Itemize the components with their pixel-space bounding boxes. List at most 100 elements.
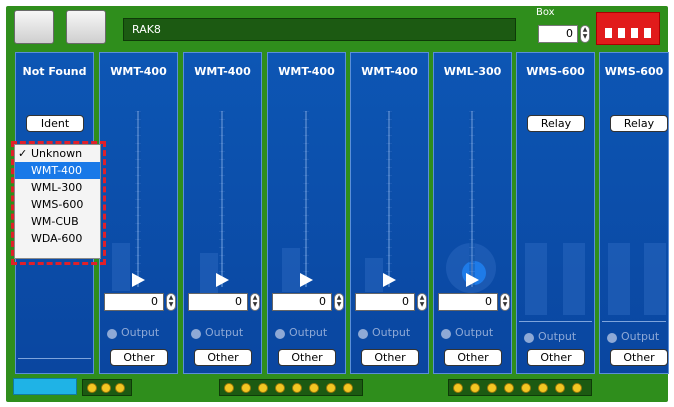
output-label: Output: [455, 326, 494, 339]
ghost-meter: [563, 243, 585, 315]
other-button[interactable]: Other: [278, 349, 336, 366]
other-button[interactable]: Other: [194, 349, 252, 366]
dip-toggle-4[interactable]: [644, 28, 651, 38]
fader-stepper[interactable]: ▲ ▼: [417, 293, 427, 311]
led-strip-1: [82, 379, 132, 396]
slot-title: WMT-400: [278, 65, 335, 78]
other-button[interactable]: Other: [444, 349, 502, 366]
slot-divider: [519, 321, 592, 322]
slot-title: WMT-400: [194, 65, 251, 78]
led-icon: [343, 383, 353, 393]
fader-value-input[interactable]: 0: [104, 293, 164, 311]
slot-title: Not Found: [22, 65, 87, 78]
fader-value-input[interactable]: 0: [272, 293, 332, 311]
fader-thumb[interactable]: [383, 273, 396, 287]
slot-divider: [18, 358, 91, 359]
fader-stepper[interactable]: ▲ ▼: [500, 293, 510, 311]
slot-7: WMS-600 Relay Output Other: [516, 52, 595, 374]
slot-8: WMS-600 Relay Output Other: [599, 52, 669, 374]
other-button[interactable]: Other: [110, 349, 168, 366]
dip-switch[interactable]: [596, 12, 660, 45]
ghost-meter: [282, 248, 300, 292]
slot-title: WMS-600: [526, 65, 585, 78]
box-label: Box: [536, 7, 555, 18]
led-icon: [326, 383, 336, 393]
highlight-outline: [11, 141, 106, 265]
fader-stepper[interactable]: ▲ ▼: [250, 293, 260, 311]
led-icon: [224, 383, 234, 393]
led-icon: [309, 383, 319, 393]
fader-thumb[interactable]: [300, 273, 313, 287]
output-indicator-icon: [358, 329, 368, 339]
led-icon: [504, 383, 514, 393]
status-bar-cyan: [13, 378, 77, 395]
output-indicator-icon: [607, 333, 617, 343]
fader-ticks: [469, 111, 475, 287]
ghost-meter: [525, 243, 547, 315]
slot-5: WMT-400 0 ▲ ▼ Output Other: [350, 52, 429, 374]
ghost-meter: [608, 243, 630, 315]
fader-ticks: [303, 111, 309, 287]
slot-3: WMT-400 0 ▲ ▼ Output Other: [183, 52, 262, 374]
dip-toggle-2[interactable]: [618, 28, 625, 38]
led-icon: [453, 383, 463, 393]
output-label: Output: [372, 326, 411, 339]
led-icon: [555, 383, 565, 393]
other-button[interactable]: Other: [527, 349, 585, 366]
output-label: Output: [205, 326, 244, 339]
relay-button[interactable]: Relay: [610, 115, 668, 132]
fader-ticks: [219, 111, 225, 287]
fader-value-input[interactable]: 0: [188, 293, 248, 311]
led-strip-2: [219, 379, 363, 396]
ghost-meter: [365, 258, 383, 292]
fader-stepper[interactable]: ▲ ▼: [166, 293, 176, 311]
fader-stepper[interactable]: ▲ ▼: [334, 293, 344, 311]
slot-2: WMT-400 0 ▲ ▼ Output Other: [99, 52, 178, 374]
other-button[interactable]: Other: [361, 349, 419, 366]
led-icon: [292, 383, 302, 393]
output-indicator-icon: [524, 333, 534, 343]
led-icon: [258, 383, 268, 393]
fader-value-input[interactable]: 0: [438, 293, 498, 311]
box-stepper[interactable]: ▲ ▼: [580, 25, 590, 43]
dip-toggle-3[interactable]: [631, 28, 638, 38]
output-indicator-icon: [191, 329, 201, 339]
led-strip-3: [448, 379, 592, 396]
output-label: Output: [289, 326, 328, 339]
led-icon: [241, 383, 251, 393]
slot-4: WMT-400 0 ▲ ▼ Output Other: [267, 52, 346, 374]
slot-title: WML-300: [443, 65, 502, 78]
ghost-meter: [112, 243, 130, 291]
dip-toggle-1[interactable]: [605, 28, 612, 38]
output-indicator-icon: [275, 329, 285, 339]
output-label: Output: [621, 330, 660, 343]
output-label: Output: [121, 326, 160, 339]
led-icon: [521, 383, 531, 393]
led-icon: [572, 383, 582, 393]
rack-name-field[interactable]: RAK8: [123, 18, 516, 41]
led-icon: [87, 383, 97, 393]
led-icon: [115, 383, 125, 393]
slot-divider: [602, 321, 666, 322]
top-left-button-2[interactable]: [66, 10, 106, 44]
other-button[interactable]: Other: [610, 349, 668, 366]
output-indicator-icon: [107, 329, 117, 339]
fader-thumb[interactable]: [216, 273, 229, 287]
fader-ticks: [135, 111, 141, 287]
fader-ticks: [386, 111, 392, 287]
box-number-input[interactable]: 0: [538, 25, 578, 43]
top-left-button-1[interactable]: [14, 10, 54, 44]
fader-thumb[interactable]: [132, 273, 145, 287]
led-icon: [275, 383, 285, 393]
relay-button[interactable]: Relay: [527, 115, 585, 132]
slot-6: WML-300 0 ▲ ▼ Output Other: [433, 52, 512, 374]
led-icon: [101, 383, 111, 393]
ident-button[interactable]: Ident: [26, 115, 84, 132]
fader-value-input[interactable]: 0: [355, 293, 415, 311]
ghost-meter: [644, 243, 666, 315]
led-icon: [470, 383, 480, 393]
fader-thumb[interactable]: [466, 273, 479, 287]
slot-title: WMS-600: [604, 65, 664, 78]
led-icon: [538, 383, 548, 393]
slot-title: WMT-400: [110, 65, 167, 78]
